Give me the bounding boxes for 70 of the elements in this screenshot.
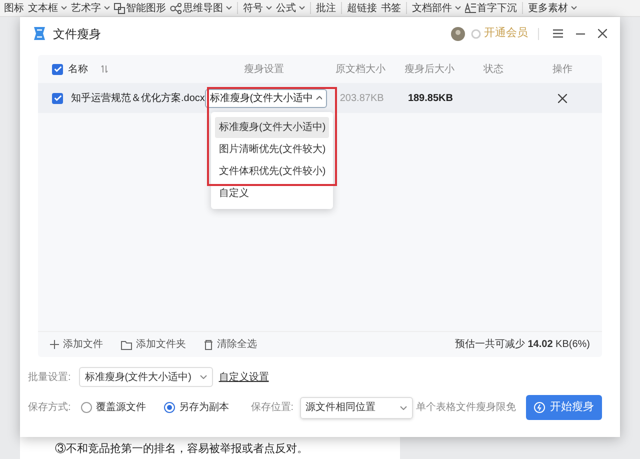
custom-settings-link[interactable]: 自定义设置 xyxy=(218,370,269,384)
estimate-text: 预估一共可减少 14.02 KB(6%) xyxy=(454,338,590,352)
drop-cap-icon xyxy=(465,3,476,13)
column-header: 瘦身后大小 xyxy=(404,62,456,76)
column-header: 瘦身设置 xyxy=(242,62,285,76)
trash-icon xyxy=(204,340,213,350)
toolbar-button[interactable]: 更多素材 xyxy=(526,0,579,16)
column-header: 原文档大小 xyxy=(334,62,387,76)
toolbar-button[interactable]: 艺术字 xyxy=(69,0,112,16)
document-text: ③不和竞品抢第一的排名，容易被举报或者点反对。 xyxy=(55,442,308,457)
remove-icon[interactable] xyxy=(558,94,568,102)
radio-option[interactable]: 覆盖源文件 xyxy=(80,400,146,415)
toolbar-button[interactable]: 书签 xyxy=(379,0,403,16)
toolbar-button[interactable]: 智能图形 xyxy=(112,0,168,16)
caret-icon xyxy=(266,6,272,10)
sort-icon[interactable] xyxy=(101,65,108,73)
minimize-icon[interactable] xyxy=(576,32,585,34)
chevron-icon xyxy=(200,375,207,379)
toolbar-button[interactable]: 批注 xyxy=(314,0,338,16)
radio-option[interactable]: 另存为副本 xyxy=(164,400,229,415)
folder-icon xyxy=(121,340,132,350)
save-mode-label: 保存方式: xyxy=(28,400,71,415)
menu-item[interactable]: 标准瘦身(文件大小适中) xyxy=(215,117,329,138)
limit-note: 单个表格文件瘦身限免 xyxy=(416,400,516,415)
toolbar-button[interactable]: 文本框 xyxy=(26,0,69,16)
chevron-up-icon xyxy=(316,96,322,100)
column-header: 状态 xyxy=(482,62,505,76)
caret-icon xyxy=(61,6,67,10)
footer-action-button[interactable]: 添加文件夹 xyxy=(121,337,186,352)
close-icon[interactable] xyxy=(598,29,607,38)
vip-icon xyxy=(471,28,481,38)
menu-item[interactable]: 文件体积优先(文件较小) xyxy=(215,161,329,182)
toolbar-button[interactable]: 思维导图 xyxy=(168,0,234,16)
toolbar-button[interactable]: 首字下沉 xyxy=(463,0,519,16)
mind-map-icon xyxy=(170,2,182,14)
toolbar-button[interactable]: 文档部件 xyxy=(410,0,463,16)
toolbar-button[interactable]: 超链接 xyxy=(345,0,379,16)
caret-icon xyxy=(455,6,461,10)
column-header: 名称 xyxy=(68,62,88,76)
batch-select[interactable]: 标准瘦身(文件大小适中) xyxy=(78,367,213,387)
window-title: 文件瘦身 xyxy=(53,26,101,42)
checkbox[interactable] xyxy=(52,92,63,104)
chevron-icon xyxy=(400,406,407,410)
caret-icon xyxy=(299,6,305,10)
toolbar-button[interactable]: 图标 xyxy=(2,0,26,16)
column-header: 操作 xyxy=(552,62,574,76)
batch-label: 批量设置: xyxy=(28,370,71,384)
plus-icon xyxy=(50,340,59,349)
caret-icon xyxy=(104,6,110,10)
shapes-icon xyxy=(114,2,125,14)
lightning-icon xyxy=(534,402,545,413)
caret-icon xyxy=(226,6,232,10)
file-name: 知乎运营规范＆优化方案.docx xyxy=(71,92,205,106)
caret-icon xyxy=(571,6,577,10)
table-cell-text: 189.85KB xyxy=(406,92,454,106)
setting-select[interactable]: 标准瘦身(文件大小适中 xyxy=(204,88,327,108)
save-location-label: 保存位置: xyxy=(250,400,294,415)
start-button[interactable]: 开始瘦身 xyxy=(526,395,602,420)
footer-action-button[interactable]: 清除全选 xyxy=(204,337,257,352)
checkbox[interactable] xyxy=(52,64,63,74)
menu-item[interactable]: 自定义 xyxy=(215,183,329,204)
footer-action-button[interactable]: 添加文件 xyxy=(50,337,103,352)
menu-item[interactable]: 图片清晰优先(文件较大) xyxy=(215,139,329,160)
save-location-select[interactable]: 源文件相同位置 xyxy=(300,396,413,418)
menu-icon[interactable] xyxy=(553,29,563,38)
toolbar-button[interactable]: 公式 xyxy=(274,0,307,16)
toolbar-button[interactable]: 符号 xyxy=(241,0,274,16)
table-cell-text: 203.87KB xyxy=(338,92,385,106)
app-logo-icon xyxy=(33,26,46,41)
avatar-icon xyxy=(451,26,465,40)
